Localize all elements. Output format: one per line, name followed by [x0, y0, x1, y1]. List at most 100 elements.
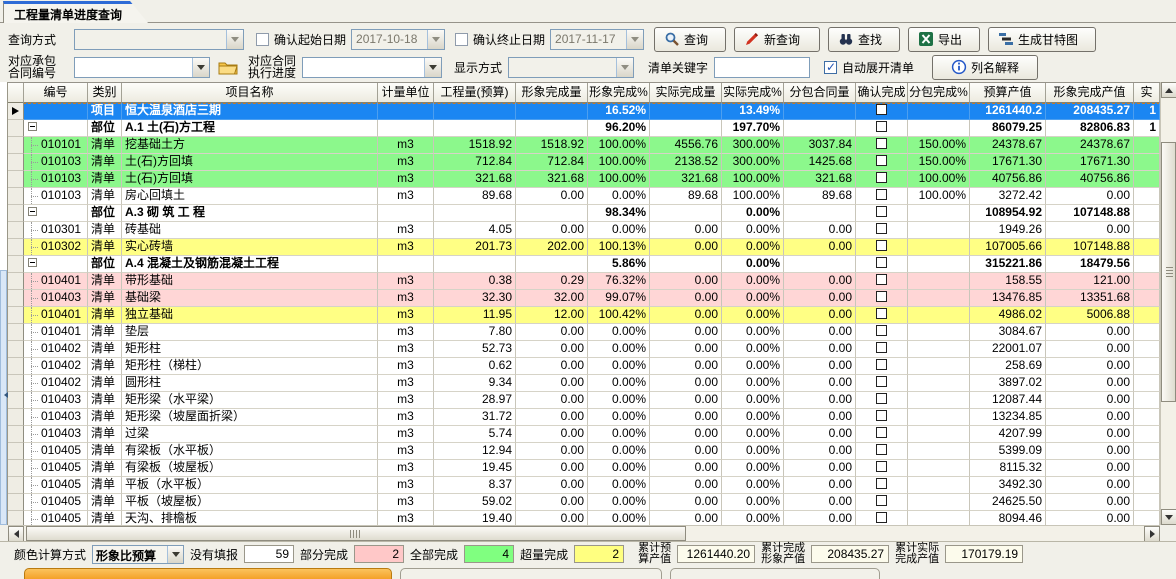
- confirm-checkbox[interactable]: [876, 359, 887, 370]
- confirm-checkbox[interactable]: [876, 495, 887, 506]
- cell-confirm[interactable]: [856, 443, 908, 460]
- cell-confirm[interactable]: [856, 222, 908, 239]
- cell-confirm[interactable]: [856, 188, 908, 205]
- cell-confirm[interactable]: [856, 120, 908, 137]
- cell-confirm[interactable]: [856, 494, 908, 511]
- cell-confirm[interactable]: [856, 341, 908, 358]
- confirm-checkbox[interactable]: [876, 376, 887, 387]
- chevron-down-icon[interactable]: [626, 30, 643, 49]
- column-help-button[interactable]: 列名解释: [932, 55, 1038, 80]
- chevron-down-icon[interactable]: [616, 58, 633, 77]
- confirm-checkbox[interactable]: [876, 512, 887, 523]
- table-row[interactable]: 010403清单矩形梁（坡屋面折梁）m331.720.000.00%0.000.…: [8, 409, 1160, 426]
- generate-gantt-button[interactable]: 生成甘特图: [988, 27, 1096, 52]
- table-row[interactable]: 部位A.4 混凝土及钢筋混凝土工程5.86%0.00%315221.861847…: [8, 256, 1160, 273]
- collapse-expander-icon[interactable]: [28, 258, 37, 267]
- query-button[interactable]: 查询: [654, 27, 726, 52]
- confirm-checkbox[interactable]: [876, 444, 887, 455]
- confirm-checkbox[interactable]: [876, 342, 887, 353]
- table-row[interactable]: 010402清单矩形柱（梯柱）m30.620.000.00%0.000.00%0…: [8, 358, 1160, 375]
- scroll-up-button[interactable]: [1161, 82, 1176, 98]
- cell-confirm[interactable]: [856, 375, 908, 392]
- keyword-input[interactable]: [714, 57, 810, 78]
- cell-confirm[interactable]: [856, 239, 908, 256]
- confirm-checkbox[interactable]: [876, 172, 887, 183]
- table-row[interactable]: 010405清单有梁板（水平板）m312.940.000.00%0.000.00…: [8, 443, 1160, 460]
- table-row[interactable]: 010401清单带形基础m30.380.2976.32%0.000.00%0.0…: [8, 273, 1160, 290]
- vertical-scrollbar[interactable]: [1160, 82, 1176, 525]
- confirm-checkbox[interactable]: [876, 274, 887, 285]
- cell-confirm[interactable]: [856, 273, 908, 290]
- chevron-down-icon[interactable]: [167, 546, 183, 563]
- column-header-act-pct[interactable]: 实际完成%: [722, 83, 784, 103]
- vertical-scroll-thumb[interactable]: [1161, 142, 1176, 402]
- cell-confirm[interactable]: [856, 205, 908, 222]
- table-row[interactable]: 010103清单房心回填土m389.680.000.00%89.68100.00…: [8, 188, 1160, 205]
- scroll-right-button[interactable]: [1144, 526, 1160, 542]
- table-row[interactable]: 010402清单矩形柱m352.730.000.00%0.000.00%0.00…: [8, 341, 1160, 358]
- table-row[interactable]: 010401清单独立基础m311.9512.00100.42%0.000.00%…: [8, 307, 1160, 324]
- display-mode-combo[interactable]: [508, 57, 634, 78]
- cell-confirm[interactable]: [856, 307, 908, 324]
- chevron-down-icon[interactable]: [192, 58, 209, 77]
- cell-confirm[interactable]: [856, 409, 908, 426]
- confirm-checkbox[interactable]: [876, 257, 887, 268]
- column-header-budget-val[interactable]: 预算产值: [970, 83, 1046, 103]
- table-row[interactable]: 010405清单平板（水平板）m38.370.000.00%0.000.00%0…: [8, 477, 1160, 494]
- column-header-category[interactable]: 类别: [88, 83, 122, 103]
- confirm-checkbox[interactable]: [876, 325, 887, 336]
- contract-number-combo[interactable]: [74, 57, 210, 78]
- cell-confirm[interactable]: [856, 477, 908, 494]
- bottom-tab-2[interactable]: [400, 568, 662, 579]
- end-date-checkbox[interactable]: [455, 33, 468, 46]
- left-splitter[interactable]: [0, 82, 8, 525]
- confirm-checkbox[interactable]: [876, 478, 887, 489]
- column-header-sub-pct[interactable]: 分包完成%: [908, 83, 970, 103]
- start-date-combo[interactable]: 2017-10-18: [351, 29, 445, 50]
- table-row[interactable]: 010405清单平板（坡屋板）m359.020.000.00%0.000.00%…: [8, 494, 1160, 511]
- table-row[interactable]: 部位A.1 土(石)方工程96.20%197.70%86079.2582806.…: [8, 120, 1160, 137]
- confirm-checkbox[interactable]: [876, 427, 887, 438]
- table-row[interactable]: 010405清单天沟、排檐板m319.400.000.00%0.000.00%0…: [8, 511, 1160, 525]
- column-header-name[interactable]: 项目名称: [122, 83, 378, 103]
- cell-confirm[interactable]: [856, 358, 908, 375]
- cell-confirm[interactable]: [856, 392, 908, 409]
- table-row[interactable]: 010405清单有梁板（坡屋板）m319.450.000.00%0.000.00…: [8, 460, 1160, 477]
- column-header-unit[interactable]: 计量单位: [378, 83, 434, 103]
- table-row[interactable]: 010103清单土(石)方回填m3321.68321.68100.00%321.…: [8, 171, 1160, 188]
- cell-confirm[interactable]: [856, 256, 908, 273]
- scroll-down-button[interactable]: [1161, 509, 1176, 525]
- confirm-checkbox[interactable]: [876, 308, 887, 319]
- horizontal-scrollbar[interactable]: [8, 525, 1160, 541]
- horizontal-scroll-thumb[interactable]: [26, 526, 686, 541]
- table-row[interactable]: 010403清单基础梁m332.3032.0099.07%0.000.00%0.…: [8, 290, 1160, 307]
- confirm-checkbox[interactable]: [876, 461, 887, 472]
- table-row[interactable]: 010402清单圆形柱m39.340.000.00%0.000.00%0.003…: [8, 375, 1160, 392]
- confirm-checkbox[interactable]: [876, 189, 887, 200]
- scroll-left-button[interactable]: [8, 526, 24, 542]
- column-header-sub-qty[interactable]: 分包合同量: [784, 83, 856, 103]
- confirm-checkbox[interactable]: [876, 155, 887, 166]
- confirm-checkbox[interactable]: [876, 291, 887, 302]
- cell-confirm[interactable]: [856, 290, 908, 307]
- bottom-tab-3[interactable]: [670, 568, 880, 579]
- column-header-code[interactable]: 编号: [24, 83, 88, 103]
- table-row[interactable]: 010302清单实心砖墙m3201.73202.00100.13%0.000.0…: [8, 239, 1160, 256]
- cell-confirm[interactable]: [856, 137, 908, 154]
- table-row[interactable]: 010101清单挖基础土方m31518.921518.92100.00%4556…: [8, 137, 1160, 154]
- column-header-qty-budget[interactable]: 工程量(预算): [434, 83, 516, 103]
- confirm-checkbox[interactable]: [876, 104, 887, 115]
- table-row[interactable]: 010103清单土(石)方回填m3712.84712.84100.00%2138…: [8, 154, 1160, 171]
- new-query-button[interactable]: 新查询: [734, 27, 820, 52]
- table-row[interactable]: 项目恒大温泉酒店三期16.52%13.49%1261440.2208435.27…: [8, 103, 1160, 120]
- column-header-img-val[interactable]: 形象完成产值: [1046, 83, 1134, 103]
- contract-progress-combo[interactable]: [302, 57, 442, 78]
- table-row[interactable]: 部位A.3 砌 筑 工 程98.34%0.00%108954.92107148.…: [8, 205, 1160, 222]
- cell-confirm[interactable]: [856, 324, 908, 341]
- start-date-checkbox[interactable]: [256, 33, 269, 46]
- chevron-down-icon[interactable]: [226, 30, 243, 49]
- confirm-checkbox[interactable]: [876, 410, 887, 421]
- cell-confirm[interactable]: [856, 103, 908, 120]
- cell-confirm[interactable]: [856, 154, 908, 171]
- confirm-checkbox[interactable]: [876, 121, 887, 132]
